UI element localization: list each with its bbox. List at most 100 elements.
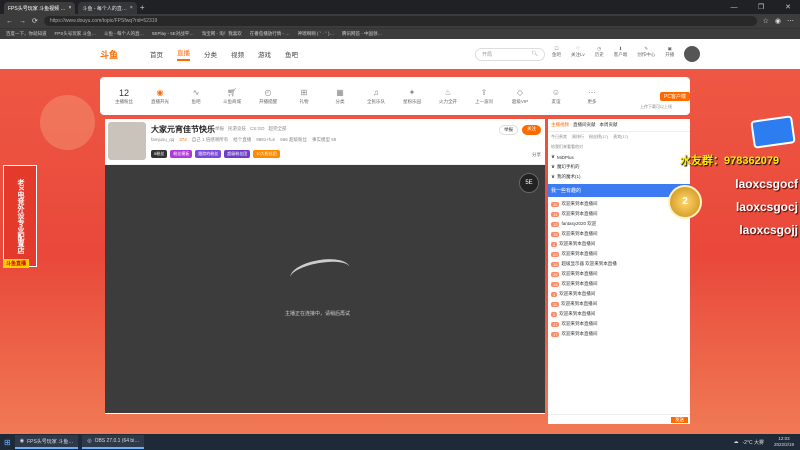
bookmark[interactable]: 腾讯网首 - 中国领… <box>342 31 382 37</box>
address-bar[interactable]: https://www.douyu.com/topic/FPSfwq?rid=5… <box>43 16 757 26</box>
header-icons: ☐ 鱼吧 ♡ 关注Lv ◷ 历史 ⬇ 客户端 ✎ 创作中心 ▣ 开播 <box>552 46 701 62</box>
nav-game[interactable]: 游戏 <box>258 49 271 59</box>
header-icon-item[interactable]: ♡ 关注Lv <box>571 46 585 62</box>
nav-live[interactable]: 直播 <box>177 47 191 61</box>
close-icon[interactable]: × <box>69 5 72 11</box>
menu-icon[interactable]: ⋯ <box>787 17 794 25</box>
crown-icon: ♛ <box>551 154 556 159</box>
close-window-icon[interactable]: ✕ <box>776 3 800 11</box>
badge[interactable]: 5粉丝 <box>151 150 168 158</box>
avatar[interactable] <box>684 46 701 62</box>
badge[interactable]: 粉丝模板 <box>170 150 193 158</box>
bookmark[interactable]: 百度一下，你就知道 <box>6 31 47 37</box>
nav-home[interactable]: 首页 <box>150 49 163 59</box>
bookmark[interactable]: FPS头号玩家 斗鱼… <box>55 31 97 37</box>
new-tab-icon[interactable]: + <box>140 3 145 12</box>
rank-item[interactable]: ♛ MiDPlus <box>548 152 690 162</box>
header-icon-item[interactable]: ◷ 历史 <box>595 46 604 62</box>
douyu-logo[interactable]: 斗鱼 <box>100 48 118 61</box>
category-item[interactable]: ⊞ 礼物 <box>286 88 322 105</box>
chat-input[interactable]: 发送 <box>548 414 690 424</box>
category-item[interactable]: ◇ 超级VIP <box>502 88 538 105</box>
weather-icon: ☁ <box>733 439 739 445</box>
subtab[interactable]: 周排行 <box>572 134 584 140</box>
taskbar-app[interactable]: ◉ FPS头号玩家 斗鱼… <box>14 435 79 449</box>
streamer-avatar[interactable] <box>108 122 146 160</box>
category-item[interactable]: 12 主播粉丝 <box>106 88 142 105</box>
badge[interactable]: 跟踪的粉丝 <box>195 150 222 158</box>
task-badge-icon <box>750 115 796 149</box>
bookmark[interactable]: 5EPlay - 5E对战平… <box>152 31 194 37</box>
category-item[interactable]: ∿ 鱼吧 <box>178 88 214 105</box>
category-item[interactable]: ⋯ 更多 <box>574 88 610 105</box>
category-item[interactable]: ♨ 火力全开 <box>430 88 466 105</box>
nav-category[interactable]: 分类 <box>204 49 217 59</box>
minimize-icon[interactable]: — <box>722 4 746 11</box>
weather-text[interactable]: -2°C 大雾 <box>743 439 764 446</box>
taskbar-app[interactable]: ◎ OBS 27.0.1 (64 bi… <box>82 435 145 449</box>
browser-tab[interactable]: FPS头号玩家 斗鱼视频 … × <box>4 2 76 14</box>
icon-label: 客户端 <box>613 52 628 57</box>
site-search-input[interactable]: 开局 🔍︎ <box>475 48 545 61</box>
category-item[interactable]: ◉ 直播开光 <box>142 88 178 105</box>
tag[interactable]: 民游竞技 <box>228 126 246 132</box>
room-title: 大家元宵佳节快乐 <box>151 125 215 134</box>
refresh-icon[interactable]: ⟳ <box>32 17 38 25</box>
owner-name[interactable]: famjusu_qq <box>151 137 174 143</box>
header-icon-item[interactable]: ⬇ 客户端 <box>614 46 628 62</box>
browser-tab[interactable]: 斗鱼 - 每个人的直… × <box>78 2 137 14</box>
maximize-icon[interactable]: ❐ <box>749 3 773 11</box>
category-item[interactable]: ◴ 开播提醒 <box>250 88 286 105</box>
subtab[interactable]: 粉丝榜(17) <box>589 134 608 140</box>
bookmark[interactable]: 神嗯啊啊 ( ˘ · ˘ )… <box>298 31 334 37</box>
bookmark[interactable]: 淘宝网 - 淘！我喜欢 <box>202 31 242 37</box>
follow-button[interactable]: 关注 <box>522 125 541 135</box>
nav-video[interactable]: 视频 <box>231 49 244 59</box>
bookmark[interactable]: 斗鱼 - 每个人的直… <box>104 31 144 37</box>
forward-icon[interactable]: → <box>19 18 26 25</box>
subtab[interactable]: 今日贵宾 <box>551 134 567 140</box>
category-item[interactable]: ✦ 星粉乐园 <box>394 88 430 105</box>
video-area[interactable]: 主播正在连接中，请稍后再试 5E <box>105 165 545 413</box>
follow-group: 举报 关注 <box>499 125 541 135</box>
back-icon[interactable]: ← <box>6 18 13 25</box>
category-item[interactable]: 🛒︎ 斗鱼商城 <box>214 88 250 105</box>
badge[interactable]: 10大粉丝团 <box>253 150 280 158</box>
report-link[interactable]: 举报 <box>215 126 224 132</box>
rank-item[interactable]: ♛ 魔幻手机的 <box>548 162 690 172</box>
level-badge: 32 <box>551 201 560 207</box>
clock[interactable]: 12:03 2022/2/19 <box>768 436 800 448</box>
category-item[interactable]: ⇪ 上一波问 <box>466 88 502 105</box>
chat-message: 6 欢迎来到本直播间 <box>548 309 690 319</box>
chat-text: 欢迎来到本直播间 <box>561 281 598 286</box>
tag[interactable]: 超完全部 <box>269 126 287 132</box>
rank-title: 给我们来看看他对 <box>551 144 583 149</box>
share-button[interactable]: 分享 <box>532 152 541 158</box>
badge[interactable]: 超级粉丝团 <box>224 150 251 158</box>
sidebar-tab[interactable]: 主播视频 <box>551 122 569 128</box>
close-icon[interactable]: × <box>130 5 133 11</box>
pc-client-button[interactable]: PC客户端 <box>660 92 690 101</box>
category-item[interactable]: ☺ 友谊 <box>538 88 574 105</box>
windows-icon[interactable]: ⊞ <box>4 438 11 447</box>
search-icon[interactable]: 🔍︎ <box>532 51 538 57</box>
report-button[interactable]: 举报 <box>499 125 518 135</box>
qq-group-overlay: 水友群：978362079 <box>680 155 780 167</box>
tag[interactable]: CS:GO <box>250 126 265 132</box>
bookmark[interactable]: 在番茄播放行情 - … <box>250 31 290 37</box>
send-button[interactable]: 发送 <box>671 417 688 423</box>
nav-yuba[interactable]: 鱼吧 <box>285 49 298 59</box>
header-icon-item[interactable]: ▣ 开播 <box>665 46 674 62</box>
sidebar-tab[interactable]: 直播间贡献 <box>573 122 596 128</box>
sidebar-tab[interactable]: 本周贡献 <box>600 122 618 128</box>
5e-logo: 5E <box>519 173 539 193</box>
icon-label: 历史 <box>594 52 604 57</box>
header-icon-item[interactable]: ✎ 创作中心 <box>637 46 655 62</box>
category-item[interactable]: ▦ 分类 <box>322 88 358 105</box>
profile-icon[interactable]: ◉ <box>775 17 781 25</box>
header-icon-item[interactable]: ☐ 鱼吧 <box>552 46 561 62</box>
category-item[interactable]: ♫ 全民乐队 <box>358 88 394 105</box>
rank-item[interactable]: ♛ 我的魔术(1) <box>548 172 690 182</box>
star-icon[interactable]: ☆ <box>763 17 769 25</box>
subtab[interactable]: 贵宾(17) <box>613 134 628 140</box>
